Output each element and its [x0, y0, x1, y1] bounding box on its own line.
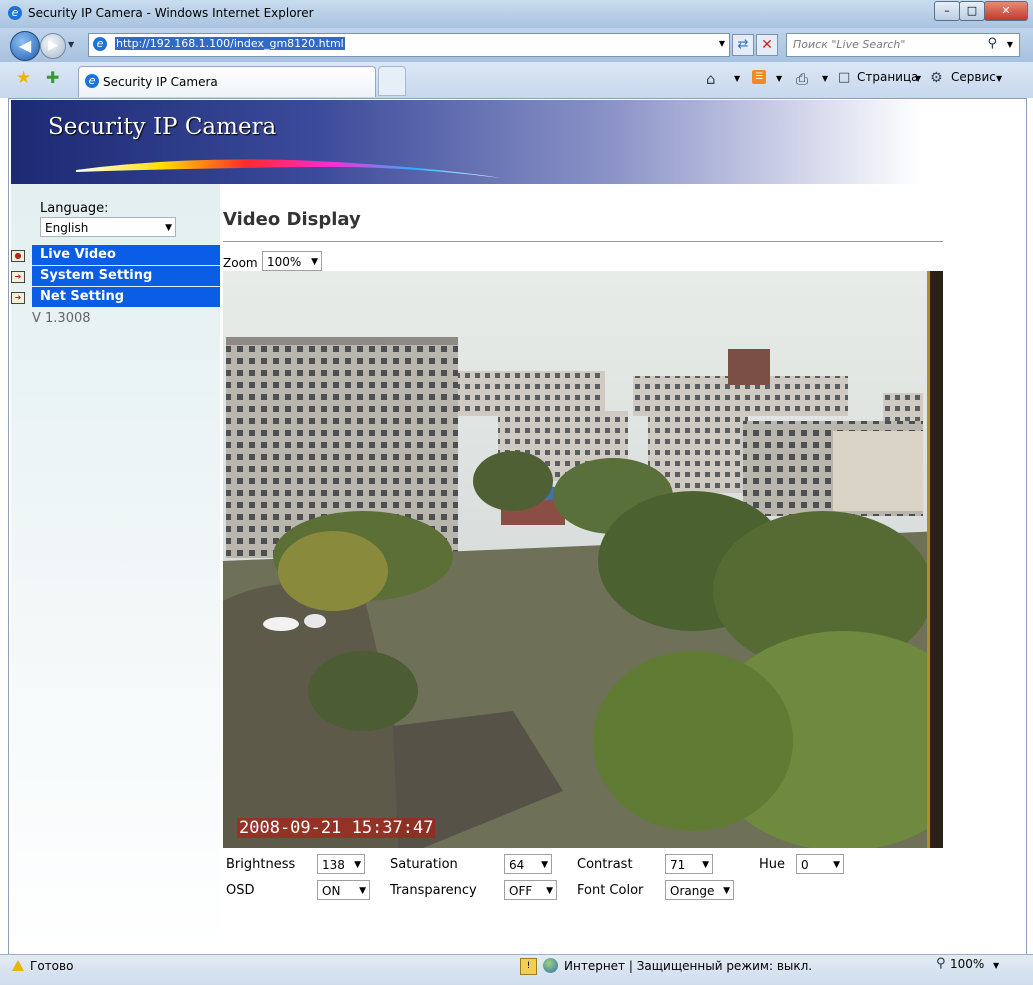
chevron-down-icon: ▼ [541, 860, 548, 870]
forward-button[interactable]: ▶ [40, 33, 66, 59]
font-color-label: Font Color [577, 883, 644, 898]
status-text: Готово [30, 959, 74, 973]
chevron-down-icon: ▼ [165, 223, 172, 233]
chevron-down-icon: ▼ [359, 886, 366, 896]
live-video-feed[interactable] [223, 271, 943, 848]
zoom-dropdown-icon[interactable]: ▼ [993, 961, 999, 970]
stop-icon[interactable]: ✕ [756, 34, 778, 56]
zoom-magnifier-icon: ⚲ [936, 956, 946, 971]
video-timestamp: 2008-09-21 15:37:47 [237, 818, 436, 838]
arrow-right-icon: ➜ [11, 292, 25, 304]
rss-feed-icon[interactable]: ☰ [752, 70, 766, 84]
zoom-label: Zoom [223, 256, 258, 270]
osd-select[interactable]: ON ▼ [317, 880, 370, 900]
refresh-icon[interactable]: ⇄ [732, 34, 754, 56]
tab-page-icon: e [85, 74, 99, 88]
warning-icon [12, 960, 24, 971]
camera-icon: ● [11, 250, 25, 262]
minimize-button[interactable]: – [934, 1, 960, 21]
chevron-down-icon: ▼ [723, 886, 730, 896]
tools-menu-dropdown-icon[interactable]: ▼ [996, 74, 1002, 83]
search-dropdown-icon[interactable]: ▼ [1007, 40, 1013, 49]
zoom-level[interactable]: 100% [950, 957, 984, 971]
browser-tab[interactable]: e Security IP Camera [78, 66, 376, 97]
page-icon: e [93, 37, 107, 51]
feed-dropdown-icon[interactable]: ▼ [776, 74, 782, 83]
window-title: Security IP Camera - Windows Internet Ex… [28, 6, 314, 20]
transparency-select[interactable]: OFF ▼ [504, 880, 557, 900]
print-dropdown-icon[interactable]: ▼ [822, 74, 828, 83]
language-select[interactable]: English ▼ [40, 217, 176, 237]
address-bar[interactable]: e http://192.168.1.100/index_gm8120.html… [88, 33, 730, 57]
chevron-down-icon: ▼ [702, 860, 709, 870]
chevron-down-icon: ▼ [546, 886, 553, 896]
add-favorite-icon[interactable]: ✚ [46, 68, 59, 87]
saturation-label: Saturation [390, 857, 458, 872]
contrast-label: Contrast [577, 857, 633, 872]
tab-title: Security IP Camera [103, 75, 218, 89]
search-box[interactable]: Поиск "Live Search" ⚲ ▼ [786, 33, 1020, 57]
maximize-button[interactable]: □ [959, 1, 985, 21]
brightness-select[interactable]: 138 ▼ [317, 854, 365, 874]
gear-icon: ⚙ [930, 70, 943, 86]
hue-select[interactable]: 0 ▼ [796, 854, 844, 874]
ie-logo-icon: e [8, 6, 22, 20]
status-bar [0, 954, 1033, 985]
sidebar-item-system-setting[interactable]: System Setting [32, 266, 220, 286]
new-tab-button[interactable] [378, 66, 406, 96]
page-menu-icon: □ [838, 70, 851, 85]
zoom-select-value: 100% [267, 255, 302, 269]
chevron-down-icon: ▼ [354, 860, 361, 870]
tools-menu[interactable]: Сервис [951, 70, 996, 84]
sidebar-item-net-setting[interactable]: Net Setting [32, 287, 220, 307]
page-title: Video Display [223, 209, 361, 230]
version-label: V 1.3008 [32, 311, 91, 326]
brightness-label: Brightness [226, 857, 296, 872]
brightness-value: 138 [322, 858, 345, 872]
history-dropdown-icon[interactable]: ▼ [68, 40, 74, 49]
popup-blocker-icon[interactable]: ! [520, 958, 537, 975]
sidebar-item-live-video[interactable]: Live Video [32, 245, 220, 265]
font-color-value: Orange [670, 884, 715, 898]
arrow-right-icon: ▶ [48, 38, 58, 53]
home-icon[interactable]: ⌂ [706, 70, 716, 88]
saturation-select[interactable]: 64 ▼ [504, 854, 552, 874]
transparency-value: OFF [509, 884, 533, 898]
close-window-button[interactable]: ✕ [984, 1, 1028, 21]
search-icon[interactable]: ⚲ [987, 36, 997, 51]
language-select-value: English [45, 221, 89, 235]
chevron-down-icon: ▼ [311, 257, 318, 267]
hue-value: 0 [801, 858, 809, 872]
globe-icon [543, 958, 558, 973]
address-url[interactable]: http://192.168.1.100/index_gm8120.html [115, 37, 345, 50]
arrow-left-icon: ◀ [18, 36, 32, 55]
print-icon[interactable]: ⎙ [796, 70, 808, 88]
favorites-star-icon[interactable]: ★ [16, 68, 31, 88]
arrow-right-icon: ➜ [11, 271, 25, 283]
zoom-select[interactable]: 100% ▼ [262, 251, 322, 271]
transparency-label: Transparency [390, 883, 477, 898]
video-frame-image [223, 271, 943, 848]
chevron-down-icon: ▼ [833, 860, 840, 870]
rainbow-swoosh-logo [76, 159, 501, 178]
hue-label: Hue [759, 857, 786, 872]
security-zone-text[interactable]: Интернет | Защищенный режим: выкл. [564, 959, 812, 973]
back-button[interactable]: ◀ [10, 31, 40, 61]
contrast-value: 71 [670, 858, 686, 872]
font-color-select[interactable]: Orange ▼ [665, 880, 734, 900]
osd-label: OSD [226, 883, 255, 898]
saturation-value: 64 [509, 858, 525, 872]
language-label: Language: [40, 201, 109, 216]
contrast-select[interactable]: 71 ▼ [665, 854, 713, 874]
home-dropdown-icon[interactable]: ▼ [734, 74, 740, 83]
page-menu-dropdown-icon[interactable]: ▼ [915, 74, 921, 83]
banner-title: Security IP Camera [48, 114, 277, 140]
address-dropdown-icon[interactable]: ▼ [719, 39, 725, 48]
osd-value: ON [322, 884, 341, 898]
search-input[interactable]: Поиск "Live Search" [793, 38, 905, 51]
title-divider [223, 241, 943, 242]
page-menu[interactable]: Страница [857, 70, 919, 84]
